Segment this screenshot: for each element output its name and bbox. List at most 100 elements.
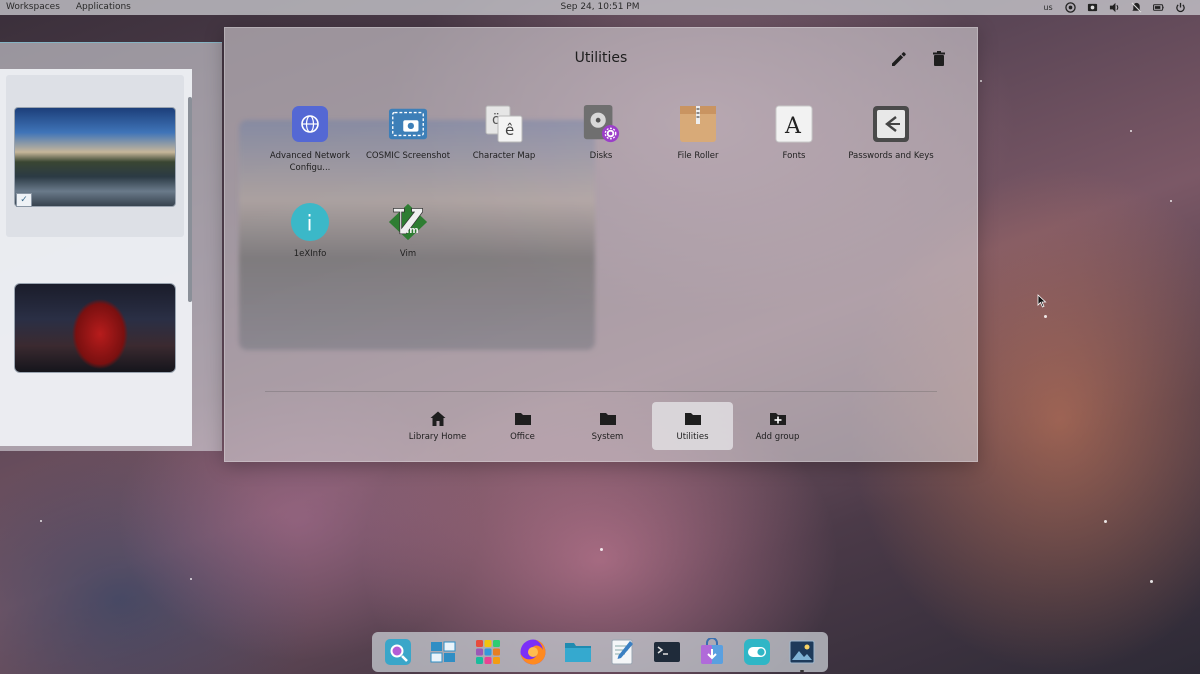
- divider: [265, 391, 937, 392]
- files-icon: [564, 643, 591, 662]
- star: [1044, 315, 1047, 318]
- clock[interactable]: Sep 24, 10:51 PM: [0, 2, 1200, 12]
- keyboard-layout-indicator[interactable]: us: [1042, 1, 1054, 13]
- workspace-2-thumbnail[interactable]: [14, 283, 176, 373]
- group-label: Office: [510, 432, 535, 442]
- app-label: Fonts: [782, 151, 806, 161]
- power-icon[interactable]: [1174, 1, 1186, 13]
- system-tray: us: [1042, 1, 1186, 13]
- workspaces-panel: ✓: [0, 42, 222, 451]
- star: [40, 520, 42, 522]
- app-label: COSMIC Screenshot: [365, 151, 451, 161]
- network-config-icon: [290, 104, 330, 144]
- dock-firefox[interactable]: [518, 637, 548, 667]
- app-label: Disks: [589, 151, 613, 161]
- vim-icon: im: [388, 202, 428, 242]
- group-add[interactable]: Add group: [737, 402, 818, 450]
- star: [1130, 130, 1132, 132]
- search-launcher-icon: [385, 639, 412, 665]
- dock-launcher[interactable]: [383, 637, 413, 667]
- svg-text:i: i: [307, 212, 313, 236]
- volume-icon[interactable]: [1108, 1, 1120, 13]
- group-library-home[interactable]: Library Home: [397, 402, 478, 450]
- dock-wallpaper-viewer[interactable]: [787, 637, 817, 672]
- home-icon: [430, 411, 445, 426]
- fonts-icon: A: [774, 104, 814, 144]
- svg-text:A: A: [784, 114, 802, 139]
- folder-icon: [599, 413, 616, 425]
- folder-icon: [514, 413, 531, 425]
- dock-terminal[interactable]: [652, 637, 682, 667]
- app-disks[interactable]: Disks: [554, 104, 648, 162]
- app-label: File Roller: [677, 151, 719, 161]
- text-editor-icon: [611, 639, 634, 665]
- star: [1104, 520, 1107, 523]
- star: [600, 548, 603, 551]
- battery-icon[interactable]: [1152, 1, 1164, 13]
- app-file-roller[interactable]: File Roller: [651, 104, 745, 162]
- app-vim[interactable]: im Vim: [361, 202, 455, 260]
- group-label: Library Home: [408, 432, 467, 442]
- app-character-map[interactable]: öê Character Map: [457, 104, 551, 162]
- app-label: Passwords and Keys: [848, 151, 934, 161]
- character-map-icon: öê: [484, 104, 524, 144]
- notifications-icon[interactable]: [1130, 1, 1142, 13]
- app-library: Utilities Advanced Network Configu... CO…: [224, 27, 978, 462]
- running-indicator: [799, 670, 804, 672]
- star: [1170, 200, 1172, 202]
- group-label: Utilities: [676, 432, 709, 442]
- app-advanced-network-config[interactable]: Advanced Network Configu...: [263, 104, 357, 174]
- store-icon: [700, 638, 723, 664]
- dock-files[interactable]: [563, 637, 593, 667]
- workspaces-icon: [430, 641, 456, 663]
- network-icon[interactable]: [1064, 1, 1076, 13]
- svg-text:ê: ê: [505, 121, 514, 139]
- delete-icon: [933, 51, 945, 66]
- app-cosmic-screenshot[interactable]: COSMIC Screenshot: [361, 104, 455, 162]
- info-icon: i: [290, 202, 330, 242]
- app-passwords-and-keys[interactable]: Passwords and Keys: [844, 104, 938, 162]
- keys-icon: [871, 104, 911, 144]
- terminal-icon: [654, 642, 681, 662]
- dock-text-editor[interactable]: [607, 637, 637, 667]
- workspace-check-icon: ✓: [16, 193, 32, 207]
- svg-text:im: im: [406, 226, 419, 236]
- dock-store[interactable]: [697, 637, 727, 667]
- add-folder-icon: [769, 413, 786, 425]
- dock: [372, 632, 828, 672]
- dock-app-library[interactable]: [473, 637, 503, 667]
- app-label: Vim: [399, 249, 417, 259]
- dock-workspaces[interactable]: [428, 637, 458, 667]
- app-fonts[interactable]: A Fonts: [747, 104, 841, 162]
- library-title: Utilities: [574, 50, 628, 66]
- app-1exinfo[interactable]: i 1eXInfo: [263, 202, 357, 260]
- edit-icon: [892, 52, 906, 66]
- folder-icon: [684, 413, 701, 425]
- group-label: Add group: [755, 432, 800, 442]
- firefox-icon: [520, 639, 546, 665]
- image-viewer-icon: [789, 640, 815, 664]
- star: [190, 578, 192, 580]
- app-label: Character Map: [472, 151, 536, 161]
- mouse-cursor-icon: [1037, 293, 1047, 312]
- delete-group-button[interactable]: [928, 48, 950, 70]
- workspace-1-thumbnail[interactable]: [14, 107, 176, 207]
- app-label: Advanced Network Configu...: [269, 151, 351, 173]
- dock-settings[interactable]: [742, 637, 772, 667]
- group-bar: Library Home Office System Utilities Add…: [397, 402, 822, 450]
- bluetooth-icon[interactable]: [1086, 1, 1098, 13]
- workspaces-scrollbar[interactable]: [188, 97, 192, 302]
- group-system[interactable]: System: [567, 402, 648, 450]
- app-grid-icon: [475, 640, 500, 664]
- disks-icon: [581, 104, 621, 144]
- star: [1150, 580, 1153, 583]
- screenshot-icon: [388, 104, 428, 144]
- settings-icon: [743, 639, 770, 665]
- group-office[interactable]: Office: [482, 402, 563, 450]
- group-label: System: [591, 432, 624, 442]
- group-utilities[interactable]: Utilities: [652, 402, 733, 450]
- edit-group-button[interactable]: [888, 48, 910, 70]
- top-panel: Workspaces Applications Sep 24, 10:51 PM…: [0, 0, 1200, 15]
- archive-icon: [678, 104, 718, 144]
- app-label: 1eXInfo: [293, 249, 327, 259]
